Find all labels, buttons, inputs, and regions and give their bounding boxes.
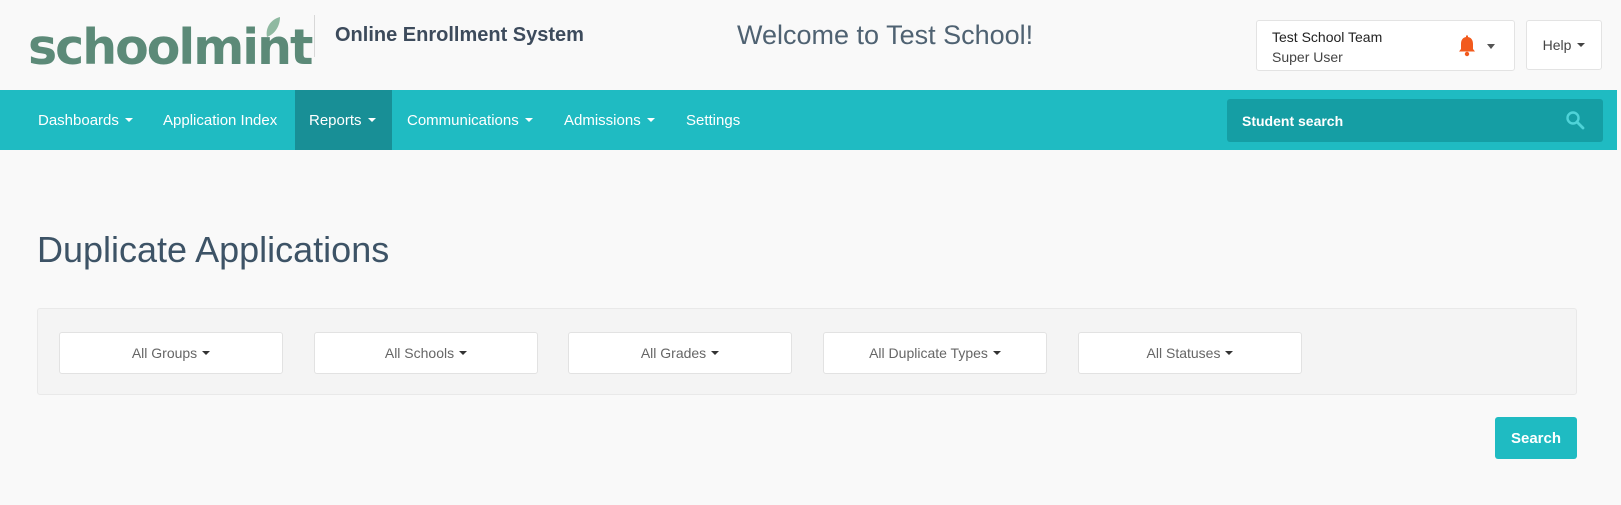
nav-communications[interactable]: Communications [393, 90, 547, 150]
filter-label: All Schools [384, 345, 455, 361]
welcome-message: Welcome to Test School! [737, 20, 1034, 50]
nav-reports[interactable]: Reports [295, 90, 392, 150]
filter-statuses-dropdown[interactable]: All Statuses [1078, 332, 1302, 374]
bell-icon[interactable] [1457, 35, 1477, 57]
search-button[interactable]: Search [1495, 417, 1577, 459]
caret-down-icon [202, 351, 211, 355]
student-search [1227, 99, 1603, 142]
nav-application-index[interactable]: Application Index [149, 90, 291, 150]
nav-admissions[interactable]: Admissions [550, 90, 669, 150]
caret-down-icon [1225, 351, 1234, 355]
nav-dashboards[interactable]: Dashboards [24, 90, 147, 150]
filter-label: All Grades [640, 345, 707, 361]
caret-down-icon [459, 351, 468, 355]
header-divider [314, 15, 315, 57]
nav-label: Reports [309, 111, 362, 129]
nav-settings[interactable]: Settings [672, 90, 754, 150]
caret-down-icon [711, 351, 720, 355]
search-icon[interactable] [1565, 110, 1585, 130]
chevron-down-icon [124, 118, 133, 122]
help-menu[interactable]: Help [1526, 20, 1602, 70]
system-subtitle: Online Enrollment System [335, 24, 584, 46]
user-menu[interactable]: Test School Team Super User [1256, 20, 1515, 71]
schoolmint-logo[interactable]: schoolmint [28, 12, 313, 72]
page-title: Duplicate Applications [37, 229, 390, 270]
filter-panel: All Groups All Schools All Grades All Du… [37, 308, 1577, 395]
nav-label: Application Index [163, 111, 278, 129]
filter-groups-dropdown[interactable]: All Groups [59, 332, 283, 374]
caret-down-icon [992, 351, 1001, 355]
chevron-down-icon [1577, 43, 1586, 47]
chevron-down-icon [524, 118, 533, 122]
nav-label: Communications [407, 111, 519, 129]
student-search-input[interactable] [1227, 99, 1557, 142]
nav-label: Dashboards [38, 111, 119, 129]
filter-schools-dropdown[interactable]: All Schools [314, 332, 538, 374]
user-role: Super User [1272, 49, 1343, 65]
nav-label: Admissions [564, 111, 641, 129]
chevron-down-icon [367, 118, 376, 122]
chevron-down-icon [646, 118, 655, 122]
chevron-down-icon[interactable] [1487, 44, 1495, 49]
user-name: Test School Team [1272, 29, 1383, 45]
nav-label: Settings [686, 111, 741, 129]
leaf-icon [266, 17, 280, 37]
main-navbar: Dashboards Application Index Reports Com… [0, 90, 1617, 150]
top-header: schoolmint Online Enrollment System Welc… [0, 0, 1621, 90]
filter-label: All Duplicate Types [869, 345, 988, 361]
filter-label: All Statuses [1146, 345, 1221, 361]
filter-duplicate-types-dropdown[interactable]: All Duplicate Types [823, 332, 1047, 374]
help-label: Help [1542, 37, 1572, 53]
filter-label: All Groups [131, 345, 198, 361]
filter-grades-dropdown[interactable]: All Grades [568, 332, 792, 374]
